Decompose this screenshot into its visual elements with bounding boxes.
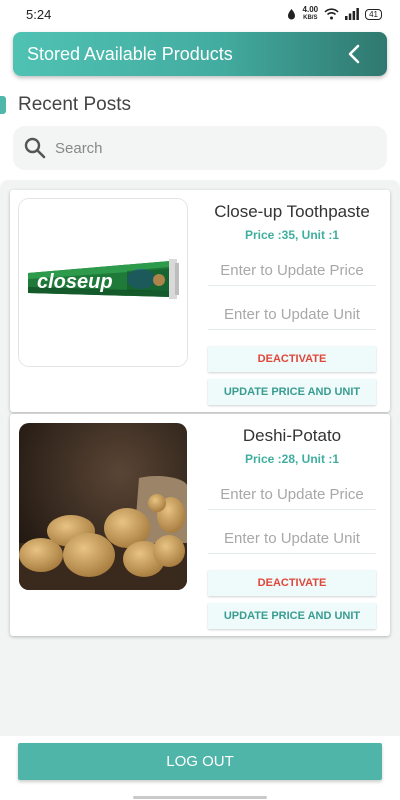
- product-price-unit: Price :28, Unit :1: [244, 452, 340, 466]
- update-unit-field[interactable]: [208, 300, 376, 330]
- section-title: Recent Posts: [18, 94, 131, 115]
- update-price-and-unit-button[interactable]: UPDATE PRICE AND UNIT: [208, 603, 376, 629]
- product-image: closeup: [19, 199, 187, 366]
- product-info: Close-up Toothpaste Price :35, Unit :1 D…: [208, 202, 376, 372]
- product-price-unit: Price :35, Unit :1: [244, 228, 340, 242]
- search-bar[interactable]: [13, 126, 387, 170]
- product-card: closeup Close-up Toothpaste Price :35, U…: [10, 190, 390, 412]
- toothpaste-image: closeup: [19, 199, 187, 366]
- section-header: Recent Posts: [0, 93, 131, 117]
- footer: LOG OUT: [0, 736, 400, 800]
- update-unit-field[interactable]: [208, 524, 376, 554]
- chevron-left-icon: [348, 44, 360, 64]
- battery-icon: 41: [365, 8, 382, 20]
- brand-logo-text: closeup: [37, 271, 113, 293]
- search-input[interactable]: [55, 139, 355, 157]
- product-list[interactable]: closeup Close-up Toothpaste Price :35, U…: [0, 180, 400, 736]
- product-image: [19, 423, 187, 590]
- product-card: Deshi-Potato Price :28, Unit :1 DEACTIVA…: [10, 414, 390, 636]
- update-price-and-unit-button[interactable]: UPDATE PRICE AND UNIT: [208, 379, 376, 405]
- wifi-icon: [324, 8, 339, 20]
- network-speed: 4.00 KB/S: [302, 5, 319, 22]
- product-name: Close-up Toothpaste: [214, 202, 370, 221]
- home-indicator[interactable]: [133, 796, 267, 799]
- deactivate-button[interactable]: DEACTIVATE: [208, 570, 376, 596]
- section-marker: [0, 96, 6, 114]
- back-button[interactable]: [343, 43, 365, 65]
- signal-icon: [345, 8, 359, 20]
- status-bar: 5:24 4.00 KB/S 41: [0, 0, 400, 28]
- alarm-icon: [287, 9, 295, 20]
- search-icon: [24, 137, 46, 159]
- potato-image: [19, 423, 187, 590]
- logout-button[interactable]: LOG OUT: [18, 743, 382, 780]
- update-price-field[interactable]: [208, 256, 376, 286]
- product-info: Deshi-Potato Price :28, Unit :1 DEACTIVA…: [208, 426, 376, 596]
- status-time: 5:24: [26, 6, 52, 22]
- status-icons: 4.00 KB/S 41: [286, 6, 382, 22]
- product-name: Deshi-Potato: [242, 426, 342, 445]
- app-bar: Stored Available Products: [13, 32, 387, 76]
- page-title: Stored Available Products: [27, 43, 233, 64]
- update-price-field[interactable]: [208, 480, 376, 510]
- deactivate-button[interactable]: DEACTIVATE: [208, 346, 376, 372]
